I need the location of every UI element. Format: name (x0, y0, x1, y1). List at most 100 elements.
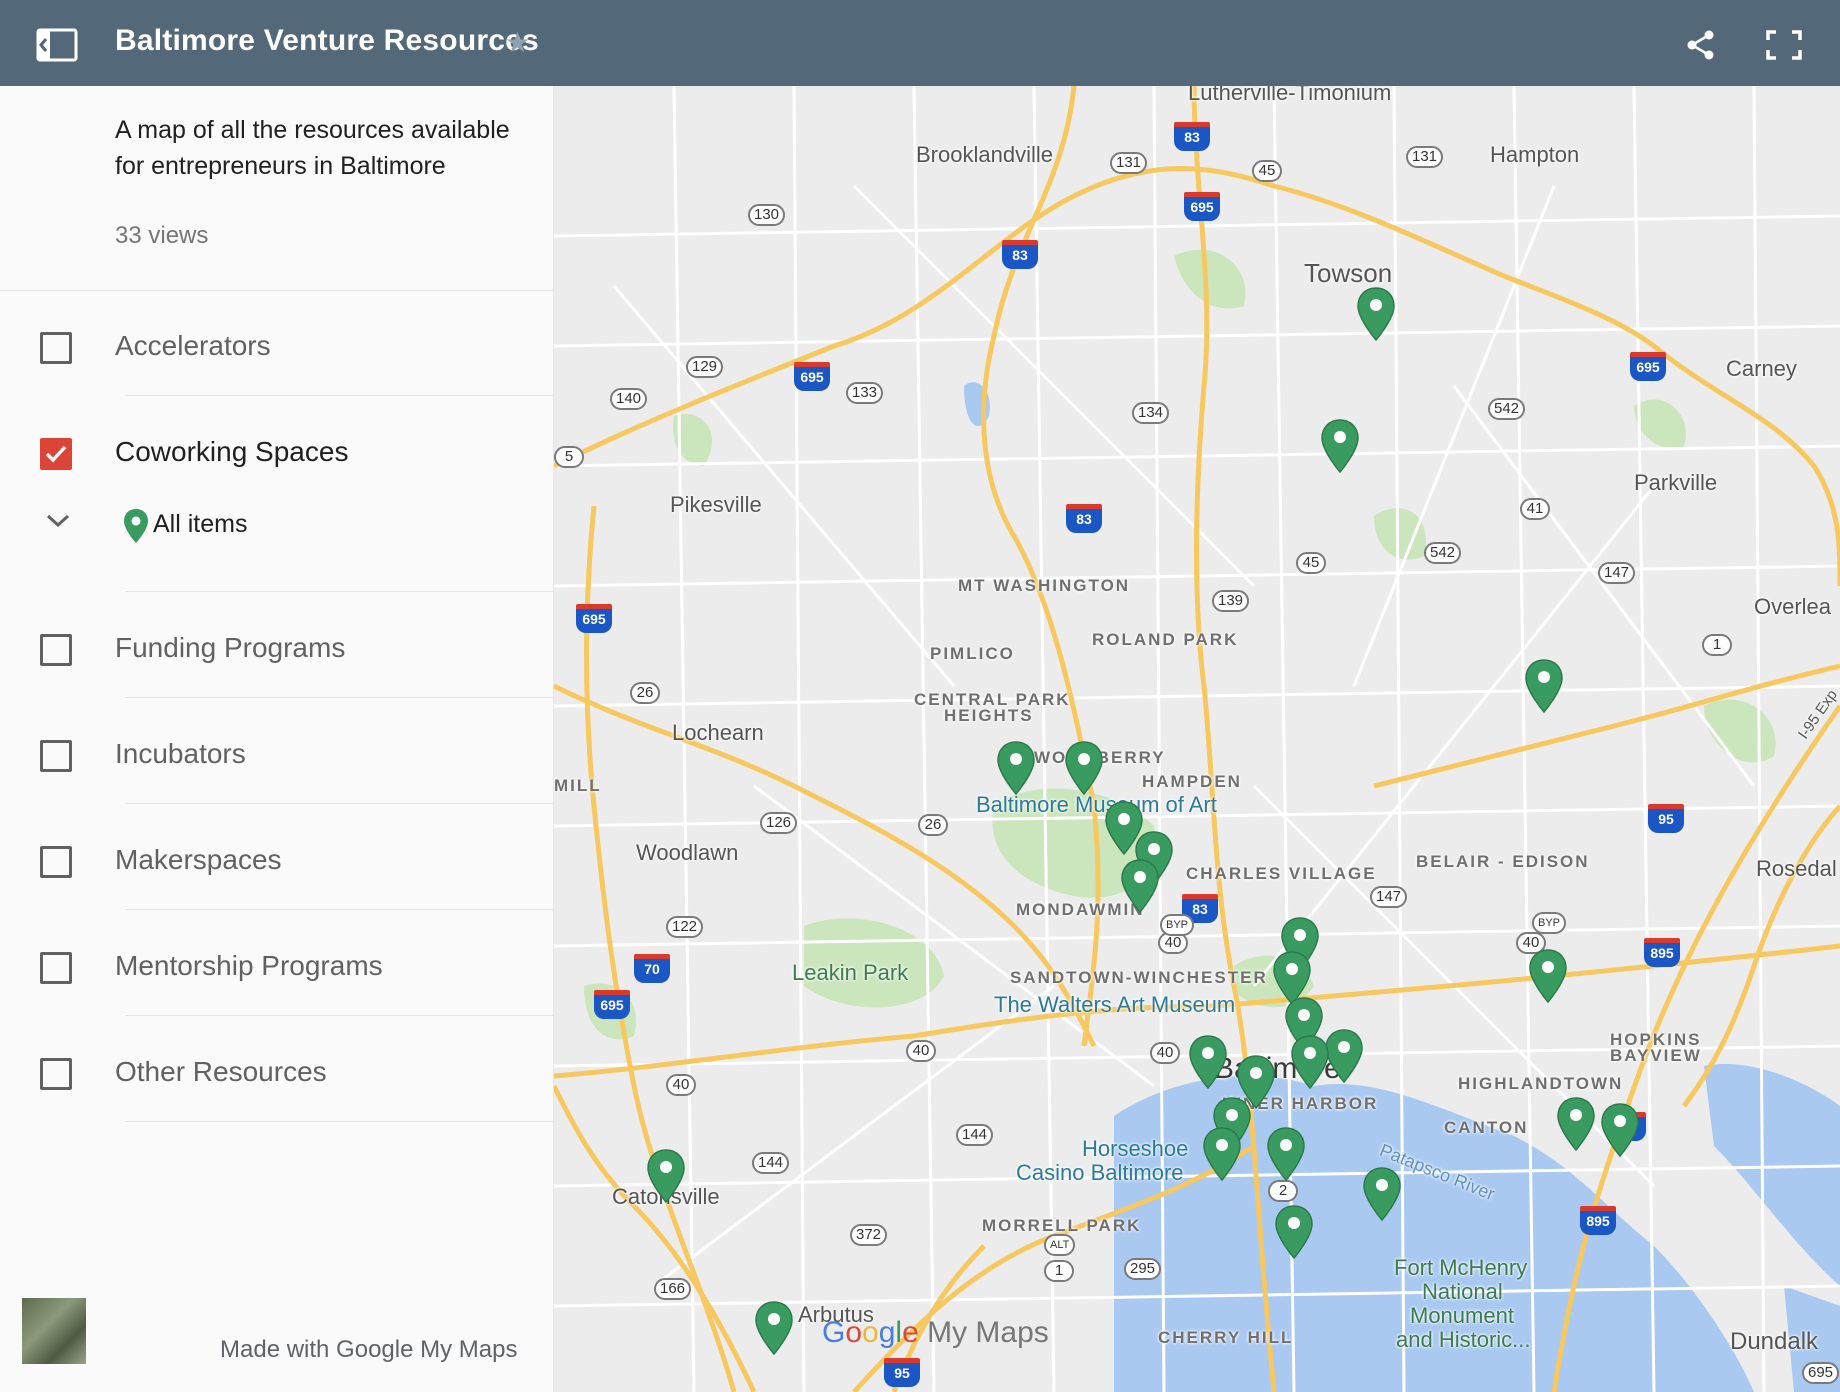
map-pin-icon[interactable] (1290, 1034, 1330, 1090)
map-pin-icon[interactable] (1274, 1204, 1314, 1260)
logo-letter: e (902, 1316, 919, 1349)
interstate-shield: 695 (576, 604, 612, 633)
route-shield: 147 (1598, 562, 1636, 584)
layer-checkbox[interactable] (40, 846, 72, 878)
map-pin-icon[interactable] (1556, 1096, 1596, 1152)
map-pin-icon[interactable] (1202, 1126, 1242, 1182)
layer-label[interactable]: Incubators (115, 738, 246, 770)
fullscreen-icon[interactable] (1766, 30, 1802, 60)
interstate-shield: 83 (1174, 122, 1210, 151)
route-shield: 126 (760, 812, 798, 834)
neighborhood-label: BELAIR - EDISON (1416, 852, 1590, 871)
interstate-shield: 695 (794, 362, 830, 391)
divider (125, 1121, 554, 1122)
route-shield: 372 (850, 1224, 888, 1246)
sublayer-all-items[interactable]: All items (153, 510, 247, 539)
poi-label[interactable]: and Historic... (1396, 1328, 1531, 1352)
map-pin-icon[interactable] (1064, 740, 1104, 796)
route-shield: 1 (1702, 634, 1732, 656)
layer-checkbox[interactable] (40, 952, 72, 984)
map-pin-icon (124, 509, 148, 543)
interstate-shield: 895 (1644, 938, 1680, 967)
map-pin-icon[interactable] (996, 740, 1036, 796)
layer-label[interactable]: Mentorship Programs (115, 950, 383, 982)
layer-checkbox[interactable] (40, 634, 72, 666)
map-pin-icon[interactable] (1320, 418, 1360, 474)
layer-funding-programs[interactable]: Funding Programs (0, 592, 554, 698)
layer-label[interactable]: Coworking Spaces (115, 436, 348, 468)
neighborhood-label: MILL (554, 776, 602, 795)
google-attribution[interactable]: Google My Maps (822, 1316, 1049, 1350)
layer-checkbox[interactable] (40, 332, 72, 364)
logo-letter: G (822, 1316, 846, 1349)
layer-label[interactable]: Makerspaces (115, 844, 282, 876)
map-pin-icon[interactable] (1356, 286, 1396, 342)
poi-label[interactable]: Casino Baltimore (1016, 1160, 1184, 1186)
map-canvas[interactable]: Lutherville-Timonium Brooklandville Hamp… (554, 86, 1840, 1392)
place-label: Leakin Park (792, 960, 909, 985)
route-shield: BYP (1532, 912, 1567, 934)
map-pin-icon[interactable] (1188, 1034, 1228, 1090)
layer-label[interactable]: Accelerators (115, 330, 271, 362)
layer-accelerators[interactable]: Accelerators (0, 290, 554, 396)
poi-label[interactable]: National (1422, 1280, 1503, 1304)
route-shield: 144 (752, 1152, 790, 1174)
neighborhood-label: HAMPDEN (1142, 772, 1242, 791)
map-pin-icon[interactable] (1324, 1028, 1364, 1084)
map-pin-icon[interactable] (1120, 858, 1160, 914)
neighborhood-label: CHARLES VILLAGE (1186, 864, 1377, 883)
place-label: Carney (1726, 356, 1797, 381)
layer-other-resources[interactable]: Other Resources (0, 1016, 554, 1122)
map-pin-icon[interactable] (1600, 1102, 1640, 1158)
place-label: Dundalk (1730, 1328, 1819, 1355)
poi-label[interactable]: The Walters Art Museum (994, 992, 1235, 1018)
route-shield: 139 (1212, 590, 1250, 612)
poi-label[interactable]: Horseshoe (1082, 1136, 1188, 1162)
poi-label[interactable]: Fort McHenry (1394, 1256, 1527, 1280)
layer-makerspaces[interactable]: Makerspaces (0, 804, 554, 910)
route-shield: 26 (918, 814, 948, 836)
map-pin-icon[interactable] (754, 1300, 794, 1356)
place-label: Hampton (1490, 142, 1580, 167)
share-icon[interactable] (1685, 29, 1717, 61)
made-with-link[interactable]: Made with Google My Maps (220, 1336, 517, 1364)
place-label: Parkville (1634, 470, 1718, 495)
route-shield: 40 (906, 1040, 936, 1062)
basemap-thumbnail[interactable] (22, 1298, 86, 1364)
chevron-down-icon[interactable] (44, 512, 72, 530)
logo-letter: g (878, 1316, 896, 1349)
star-icon[interactable]: ★ (505, 26, 530, 59)
poi-label[interactable]: Monument (1410, 1304, 1514, 1328)
layer-label[interactable]: Funding Programs (115, 632, 345, 664)
toggle-sidebar-icon[interactable] (36, 28, 78, 62)
layer-checkbox[interactable] (40, 1058, 72, 1090)
layer-coworking-spaces[interactable]: Coworking Spaces All items (0, 396, 554, 592)
route-shield: 1 (1044, 1260, 1074, 1282)
route-shield: 45 (1296, 552, 1326, 574)
logo-letter: o (862, 1316, 879, 1349)
layer-checkbox[interactable] (40, 740, 72, 772)
view-count: 33 views (115, 222, 209, 249)
neighborhood-label: CANTON (1444, 1118, 1529, 1137)
checked-checkbox-icon[interactable] (40, 438, 72, 470)
neighborhood-label: SANDTOWN-WINCHESTER (1010, 968, 1268, 987)
layer-incubators[interactable]: Incubators (0, 698, 554, 804)
map-pin-icon[interactable] (646, 1148, 686, 1204)
map-pin-icon[interactable] (1528, 948, 1568, 1004)
neighborhood-label: BAYVIEW (1610, 1046, 1702, 1065)
interstate-shield: 95 (1648, 804, 1684, 833)
layer-label[interactable]: Other Resources (115, 1056, 327, 1088)
place-label: Brooklandville (916, 142, 1053, 167)
route-shield: ALT (1044, 1234, 1076, 1256)
route-shield: 147 (1370, 886, 1408, 908)
interstate-shield: 83 (1002, 240, 1038, 269)
map-pin-icon[interactable] (1362, 1166, 1402, 1222)
route-shield: 140 (610, 388, 648, 410)
route-shield: 144 (956, 1124, 994, 1146)
route-shield: 542 (1424, 542, 1462, 564)
neighborhood-label: ROLAND PARK (1092, 630, 1239, 649)
map-pin-icon[interactable] (1524, 658, 1564, 714)
layer-mentorship-programs[interactable]: Mentorship Programs (0, 910, 554, 1016)
route-shield: 695 (1802, 1362, 1840, 1384)
map-pin-icon[interactable] (1266, 1126, 1306, 1182)
